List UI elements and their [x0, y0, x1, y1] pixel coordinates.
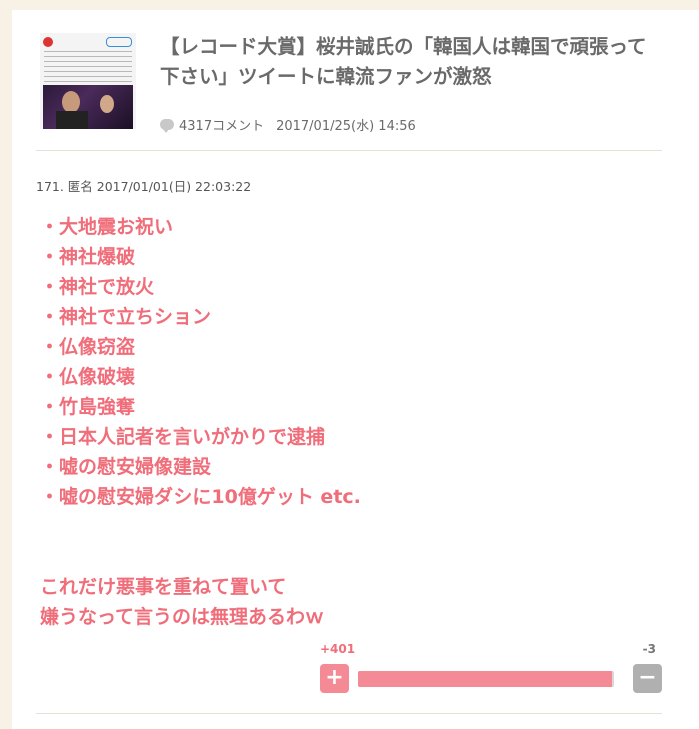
comment-closing: これだけ悪事を重ねて置いて嫌うなって言うのは無理あるわｗ	[40, 572, 361, 632]
plus-button[interactable]: +	[320, 664, 349, 693]
photo-face	[100, 95, 114, 113]
vote-ratio-fill	[358, 671, 613, 687]
comment-list-item: ・神社で立ちション	[40, 306, 212, 328]
article-date: 2017/01/25(水) 14:56	[276, 119, 416, 134]
vote-ratio-bar	[358, 671, 614, 687]
twitter-avatar-icon	[43, 37, 53, 47]
comment-list-item: ・神社で放火	[40, 276, 155, 298]
article-meta: 4317コメント 2017/01/25(水) 14:56	[160, 115, 416, 134]
vote-area: +401 -3 + −	[308, 642, 664, 702]
comment-closing-line: これだけ悪事を重ねて置いて	[40, 576, 287, 598]
comment-list-item: ・大地震お祝い	[40, 216, 174, 238]
comment-closing-line: 嫌うなって言うのは無理あるわｗ	[40, 606, 325, 628]
page: 【レコード大賞】桜井誠氏の「韓国人は韓国で頑張って下さい」ツイートに韓流ファンが…	[12, 10, 699, 729]
article-header: 【レコード大賞】桜井誠氏の「韓国人は韓国で頑張って下さい」ツイートに韓流ファンが…	[36, 30, 662, 151]
photo-figure	[56, 111, 88, 129]
plus-count: +401	[320, 642, 356, 656]
minus-button[interactable]: −	[633, 664, 662, 693]
minus-count: -3	[642, 642, 656, 656]
photo-face	[62, 91, 80, 113]
article-thumbnail[interactable]	[40, 33, 136, 129]
comment-body: ・大地震お祝い ・神社爆破・神社で放火・神社で立ちション ・仏像窃盗・仏像破壊・竹島…	[40, 212, 361, 632]
comment-list-item: ・神社爆破	[40, 246, 136, 268]
comment-list-item: ・嘘の慰安婦ダシに10億ゲット etc.	[40, 486, 361, 508]
follow-badge-icon	[106, 37, 132, 47]
comment-list-item: ・竹島強奪	[40, 396, 136, 418]
comment-list-item: ・仏像窃盗	[40, 336, 136, 358]
article-title[interactable]: 【レコード大賞】桜井誠氏の「韓国人は韓国で頑張って下さい」ツイートに韓流ファンが…	[160, 32, 665, 92]
comment-list-item: ・仏像破壊	[40, 366, 136, 388]
comment-list: ・大地震お祝い ・神社爆破・神社で放火・神社で立ちション ・仏像窃盗・仏像破壊・竹島…	[40, 212, 361, 512]
comment-list-item: ・日本人記者を言いがかりで逮捕	[40, 426, 326, 448]
comment-count[interactable]: 4317コメント	[179, 115, 264, 134]
comment-header: 171. 匿名 2017/01/01(日) 22:03:22	[36, 179, 252, 194]
comment-bubble-icon	[160, 119, 174, 133]
comment-list-item: ・嘘の慰安婦像建設	[40, 456, 212, 478]
divider	[36, 713, 662, 714]
